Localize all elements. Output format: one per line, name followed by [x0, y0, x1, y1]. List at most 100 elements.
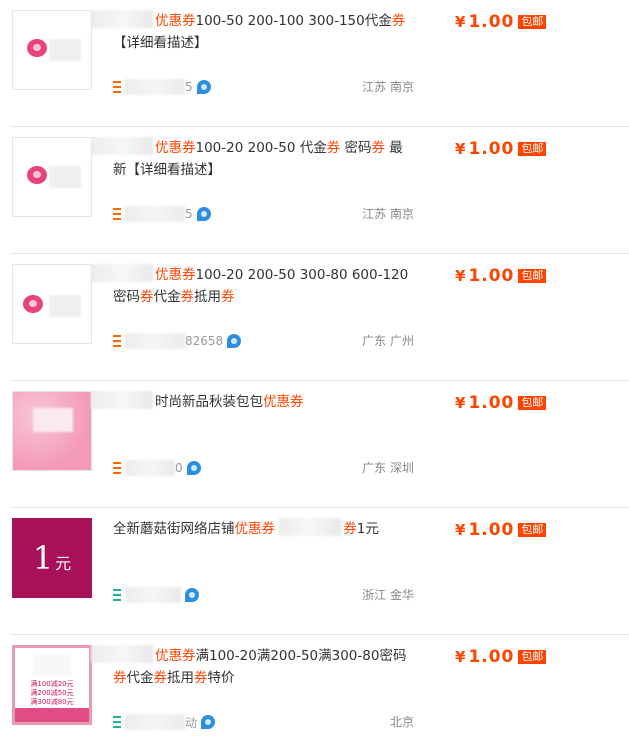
location: 江苏 南京: [362, 207, 414, 221]
title-highlight: 券: [140, 289, 154, 305]
title-text: 代金: [126, 670, 154, 686]
seller-rank-icon: [113, 81, 121, 93]
seller-name-blur[interactable]: [125, 79, 185, 95]
title-highlight: 券: [113, 670, 127, 686]
chat-icon[interactable]: [186, 461, 201, 475]
title-highlight: 券: [326, 140, 341, 156]
product-title[interactable]: 时尚新品秋装包包优惠券: [91, 391, 413, 413]
seller-rank-icon: [113, 589, 121, 601]
title-highlight: 优惠券: [155, 648, 196, 664]
product-title[interactable]: 优惠券100-20 200-50 代金券 密码券 最新【详细看描述】: [91, 137, 413, 181]
coupon-unit: 元: [55, 554, 72, 573]
seller-name-blur[interactable]: [125, 714, 185, 730]
chat-icon[interactable]: [201, 715, 216, 729]
seller-name-blur[interactable]: [125, 587, 181, 603]
title-highlight: 券: [153, 670, 168, 686]
list-item[interactable]: 优惠券100-20 200-50 代金券 密码券 最新【详细看描述】 5 江苏 …: [0, 127, 629, 254]
seller-rank-icon: [113, 716, 121, 728]
title-text: 满100-20满200-50满300-80密码: [195, 648, 407, 664]
chat-icon[interactable]: [227, 334, 242, 348]
title-highlight: 券: [221, 289, 235, 305]
product-thumbnail[interactable]: 满100减20元 满200减50元 满300减80元: [12, 645, 92, 725]
currency-symbol: ¥: [455, 521, 466, 539]
seller-name-blur[interactable]: [125, 460, 175, 476]
location: 北京: [389, 715, 414, 729]
product-title[interactable]: 优惠券100-50 200-100 300-150代金券 【详细看描述】: [91, 10, 413, 54]
coupon-line: 满200减50元: [30, 689, 74, 697]
title-text: 【详细看描述】: [113, 35, 208, 51]
title-blur: [279, 518, 342, 536]
title-highlight: 优惠券: [234, 521, 276, 537]
coupon-line: 满100减20元: [30, 680, 74, 688]
coupon-image: 满100减20元 满200减50元 满300减80元: [12, 645, 92, 725]
product-thumbnail[interactable]: [12, 264, 92, 344]
location: 江苏 南京: [362, 80, 414, 94]
free-shipping-badge: 包邮: [518, 650, 547, 664]
price-amount: 1.00: [468, 647, 515, 667]
title-highlight: 优惠券: [155, 13, 196, 29]
price-amount: 1.00: [468, 139, 515, 159]
title-blur: [91, 645, 153, 663]
location: 广东 深圳: [362, 461, 414, 475]
currency-symbol: ¥: [455, 140, 466, 158]
title-text: 100-50 200-100 300-150代金: [195, 13, 392, 29]
title-highlight: 优惠券: [263, 394, 304, 410]
product-thumbnail[interactable]: 1元: [12, 518, 92, 598]
title-highlight: 优惠券: [155, 140, 196, 156]
thumbnail-blur: [33, 408, 73, 432]
pink-pattern-image: [13, 392, 91, 470]
seller-info: [113, 586, 199, 604]
chat-icon[interactable]: [196, 80, 211, 94]
list-item[interactable]: 优惠券100-50 200-100 300-150代金券 【详细看描述】 5 江苏…: [0, 0, 629, 127]
price: ¥ 1.00 包邮: [455, 647, 547, 667]
seller-name-blur[interactable]: [125, 206, 185, 222]
seller-rank-icon: [113, 208, 121, 220]
title-text: 1元: [356, 521, 379, 537]
chat-icon[interactable]: [185, 588, 199, 602]
price-amount: 1.00: [468, 12, 515, 32]
title-blur: [91, 391, 153, 409]
free-shipping-badge: 包邮: [518, 396, 547, 410]
seller-info: 82658: [113, 332, 242, 350]
currency-symbol: ¥: [455, 648, 466, 666]
seller-name-blur[interactable]: [125, 333, 185, 349]
thumbnail-blur: [33, 654, 71, 676]
product-title[interactable]: 优惠券满100-20满200-50满300-80密码券代金券抵用券特价: [91, 645, 413, 689]
seller-name-tail[interactable]: 5: [185, 207, 193, 221]
seller-rank-icon: [113, 462, 121, 474]
seller-rank-icon: [113, 335, 121, 347]
thumbnail-blur: [49, 295, 81, 317]
list-item[interactable]: 1元 全新蘑菇街网络店铺优惠券 券1元 浙江 金华 ¥ 1.00 包邮: [0, 508, 629, 635]
title-highlight: 券: [194, 670, 208, 686]
list-item[interactable]: 满100减20元 满200减50元 满300减80元 优惠券满100-20满20…: [0, 635, 629, 747]
product-thumbnail[interactable]: [12, 391, 92, 471]
seller-name-tail[interactable]: 0: [175, 461, 183, 475]
title-text: 密码: [340, 140, 372, 156]
product-title[interactable]: 全新蘑菇街网络店铺优惠券 券1元: [113, 518, 413, 540]
product-thumbnail[interactable]: [12, 137, 92, 217]
product-title[interactable]: 优惠券100-20 200-50 300-80 600-120密码券代金券抵用券: [91, 264, 413, 308]
coupon-value: 1: [32, 539, 54, 577]
currency-symbol: ¥: [455, 394, 466, 412]
seller-name-tail[interactable]: 动: [185, 714, 197, 731]
currency-symbol: ¥: [455, 267, 466, 285]
price-amount: 1.00: [468, 393, 515, 413]
coupon-image: 1元: [12, 518, 92, 598]
product-thumbnail[interactable]: [12, 10, 92, 90]
seller-name-tail[interactable]: 5: [185, 80, 193, 94]
chat-icon[interactable]: [196, 207, 211, 221]
title-text: 代金: [153, 289, 181, 305]
seller-info: 5: [113, 205, 211, 223]
free-shipping-badge: 包邮: [518, 15, 547, 29]
title-text: 特价: [207, 670, 235, 686]
title-highlight: 券: [371, 140, 386, 156]
location: 广东 广州: [362, 334, 414, 348]
title-blur: [91, 264, 153, 282]
list-item[interactable]: 优惠券100-20 200-50 300-80 600-120密码券代金券抵用券…: [0, 254, 629, 381]
coupon-footer-strip: [15, 708, 89, 722]
seller-name-tail[interactable]: 82658: [185, 334, 223, 348]
seller-info: 5: [113, 78, 211, 96]
list-item[interactable]: 时尚新品秋装包包优惠券 0 广东 深圳 ¥ 1.00 包邮: [0, 381, 629, 508]
title-text: 抵用: [194, 289, 221, 305]
title-text: 时尚新品秋装包包: [155, 394, 263, 410]
